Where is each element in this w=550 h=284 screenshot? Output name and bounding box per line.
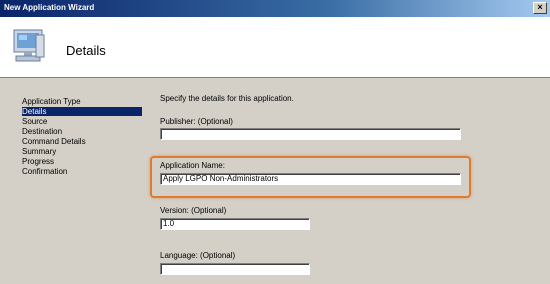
window-title: New Application Wizard [4, 3, 95, 12]
nav-item-source[interactable]: Source [22, 117, 142, 126]
close-button[interactable]: × [533, 2, 547, 14]
nav-item-destination[interactable]: Destination [22, 127, 142, 136]
nav-item-confirmation[interactable]: Confirmation [22, 167, 142, 176]
application-name-highlight [150, 156, 471, 198]
publisher-field[interactable] [160, 128, 461, 140]
version-label: Version: (Optional) [160, 206, 227, 215]
version-field[interactable]: 1.0 [160, 218, 310, 230]
page-title: Details [66, 43, 106, 58]
wizard-nav: Application Type Details Source Destinat… [22, 97, 142, 177]
nav-item-details[interactable]: Details [22, 107, 142, 116]
nav-item-command-details[interactable]: Command Details [22, 137, 142, 146]
form-description: Specify the details for this application… [160, 94, 294, 103]
computer-icon [13, 29, 45, 62]
publisher-label: Publisher: (Optional) [160, 117, 233, 126]
language-label: Language: (Optional) [160, 251, 236, 260]
close-icon: × [537, 2, 543, 12]
nav-item-progress[interactable]: Progress [22, 157, 142, 166]
title-bar: New Application Wizard × [0, 0, 550, 17]
nav-item-summary[interactable]: Summary [22, 147, 142, 156]
language-field[interactable] [160, 263, 310, 275]
wizard-header: Details [0, 17, 550, 78]
nav-item-application-type[interactable]: Application Type [22, 97, 142, 106]
